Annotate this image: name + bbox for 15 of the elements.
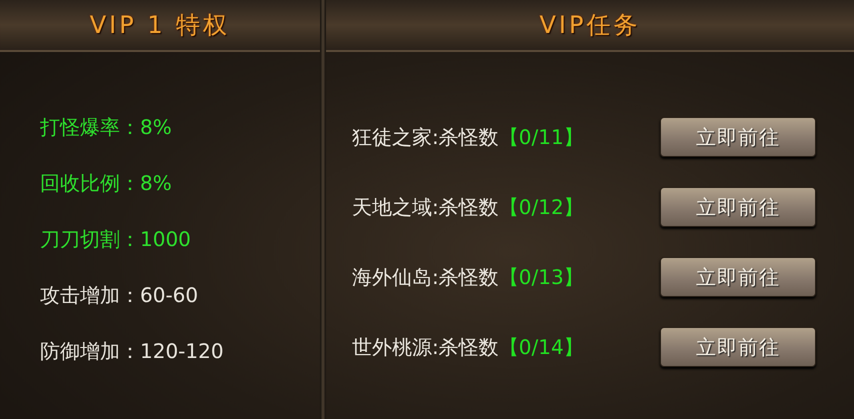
privilege-text: 回收比例：8%: [40, 170, 173, 196]
task-name: 世外桃源:杀怪数: [352, 334, 499, 360]
privilege-text: 刀刀切割：1000: [40, 226, 192, 252]
task-name: 狂徒之家:杀怪数: [352, 124, 499, 150]
go-button[interactable]: 立即前往: [660, 187, 816, 227]
go-button[interactable]: 立即前往: [660, 257, 816, 297]
task-name: 海外仙岛:杀怪数: [352, 264, 499, 290]
privilege-text: 防御增加：120-120: [40, 338, 225, 364]
panel-title: VIP任务: [540, 10, 640, 41]
go-button[interactable]: 立即前往: [660, 117, 816, 157]
go-button[interactable]: 立即前往: [660, 327, 816, 367]
task-name: 天地之域:杀怪数: [352, 194, 499, 220]
panel-title: VIP 1 特权: [90, 10, 230, 41]
privilege-text: 打怪爆率：8%: [40, 114, 173, 140]
privilege-text: 攻击增加：60-60: [40, 282, 200, 308]
